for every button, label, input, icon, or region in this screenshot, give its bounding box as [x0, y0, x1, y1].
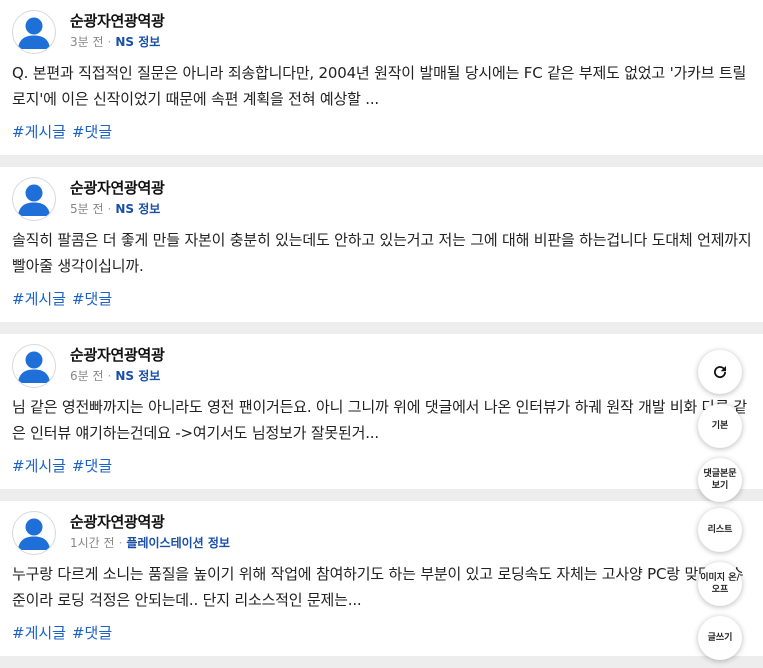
- post-time: 1시간 전: [70, 536, 115, 550]
- author-name[interactable]: 순광자연광역광: [70, 11, 165, 31]
- avatar[interactable]: [12, 177, 56, 221]
- tag-posts-link[interactable]: #게시글: [12, 457, 66, 475]
- user-avatar-icon: [18, 518, 50, 550]
- post-feed: 순광자연광역광 3분 전 · NS 정보 Q. 본편과 직접적인 질문은 아니라 죄…: [0, 0, 763, 668]
- default-view-label: 기본: [711, 421, 729, 431]
- category-link[interactable]: NS 정보: [115, 202, 160, 216]
- tag-comments-link[interactable]: #댓글: [72, 457, 112, 475]
- default-view-button[interactable]: 기본: [698, 404, 742, 448]
- user-avatar-icon: [18, 351, 50, 383]
- tag-posts-link[interactable]: #게시글: [12, 123, 66, 141]
- image-toggle-label: 이미지 온/ 오프: [700, 573, 740, 595]
- post-time: 5분 전: [70, 202, 104, 216]
- post-body[interactable]: 누구랑 다르게 소니는 품질을 높이기 위해 작업에 참여하기도 하는 부분이 …: [12, 561, 752, 613]
- post-tags: #게시글 #댓글: [12, 289, 751, 309]
- category-link[interactable]: NS 정보: [115, 369, 160, 383]
- post-card[interactable]: 순광자연광역광 6분 전 · NS 정보 님 같은 영전빠까지는 아니라도 영전 팬…: [0, 334, 763, 489]
- author-name[interactable]: 순광자연광역광: [70, 512, 230, 532]
- post-time: 3분 전: [70, 35, 104, 49]
- post-body[interactable]: 님 같은 영전빠까지는 아니라도 영전 팬이거든요. 아니 그니까 위에 댓글에…: [12, 394, 752, 446]
- category-link[interactable]: NS 정보: [115, 35, 160, 49]
- post-tags: #게시글 #댓글: [12, 122, 751, 142]
- tag-comments-link[interactable]: #댓글: [72, 290, 112, 308]
- tag-comments-link[interactable]: #댓글: [72, 624, 112, 642]
- post-tags: #게시글 #댓글: [12, 623, 751, 643]
- post-body[interactable]: 솔직히 팔콤은 더 좋게 만들 자본이 충분히 있는데도 안하고 있는거고 저는…: [12, 227, 752, 279]
- separator-dot: ·: [107, 202, 112, 216]
- author-name[interactable]: 순광자연광역광: [70, 345, 165, 365]
- user-avatar-icon: [18, 17, 50, 49]
- separator-dot: ·: [118, 536, 123, 550]
- list-view-button[interactable]: 리스트: [698, 508, 742, 552]
- refresh-button[interactable]: [698, 350, 742, 394]
- list-view-label: 리스트: [707, 525, 733, 535]
- post-tags: #게시글 #댓글: [12, 456, 751, 476]
- separator-dot: ·: [107, 35, 112, 49]
- image-toggle-button[interactable]: 이미지 온/ 오프: [698, 562, 742, 606]
- comment-body-view-label: 댓글본문 보기: [703, 469, 737, 491]
- category-link[interactable]: 플레이스테이션 정보: [126, 536, 230, 550]
- avatar[interactable]: [12, 344, 56, 388]
- tag-posts-link[interactable]: #게시글: [12, 624, 66, 642]
- user-avatar-icon: [18, 184, 50, 216]
- avatar[interactable]: [12, 511, 56, 555]
- post-body[interactable]: Q. 본편과 직접적인 질문은 아니라 죄송합니다만, 2004년 원작이 발매…: [12, 60, 752, 112]
- comment-body-view-button[interactable]: 댓글본문 보기: [698, 458, 742, 502]
- tag-posts-link[interactable]: #게시글: [12, 290, 66, 308]
- avatar[interactable]: [12, 10, 56, 54]
- write-label: 글쓰기: [707, 633, 733, 643]
- separator-dot: ·: [107, 369, 112, 383]
- post-time: 6분 전: [70, 369, 104, 383]
- refresh-icon: [714, 366, 727, 379]
- post-card[interactable]: 순광자연광역광 5분 전 · NS 정보 솔직히 팔콤은 더 좋게 만들 자본이 충…: [0, 167, 763, 322]
- write-button[interactable]: 글쓰기: [698, 616, 742, 660]
- author-name[interactable]: 순광자연광역광: [70, 178, 165, 198]
- post-card[interactable]: 순광자연광역광 1시간 전 · 플레이스테이션 정보 누구랑 다르게 소니는 품질을…: [0, 501, 763, 656]
- post-card[interactable]: 순광자연광역광 3분 전 · NS 정보 Q. 본편과 직접적인 질문은 아니라 죄…: [0, 0, 763, 155]
- tag-comments-link[interactable]: #댓글: [72, 123, 112, 141]
